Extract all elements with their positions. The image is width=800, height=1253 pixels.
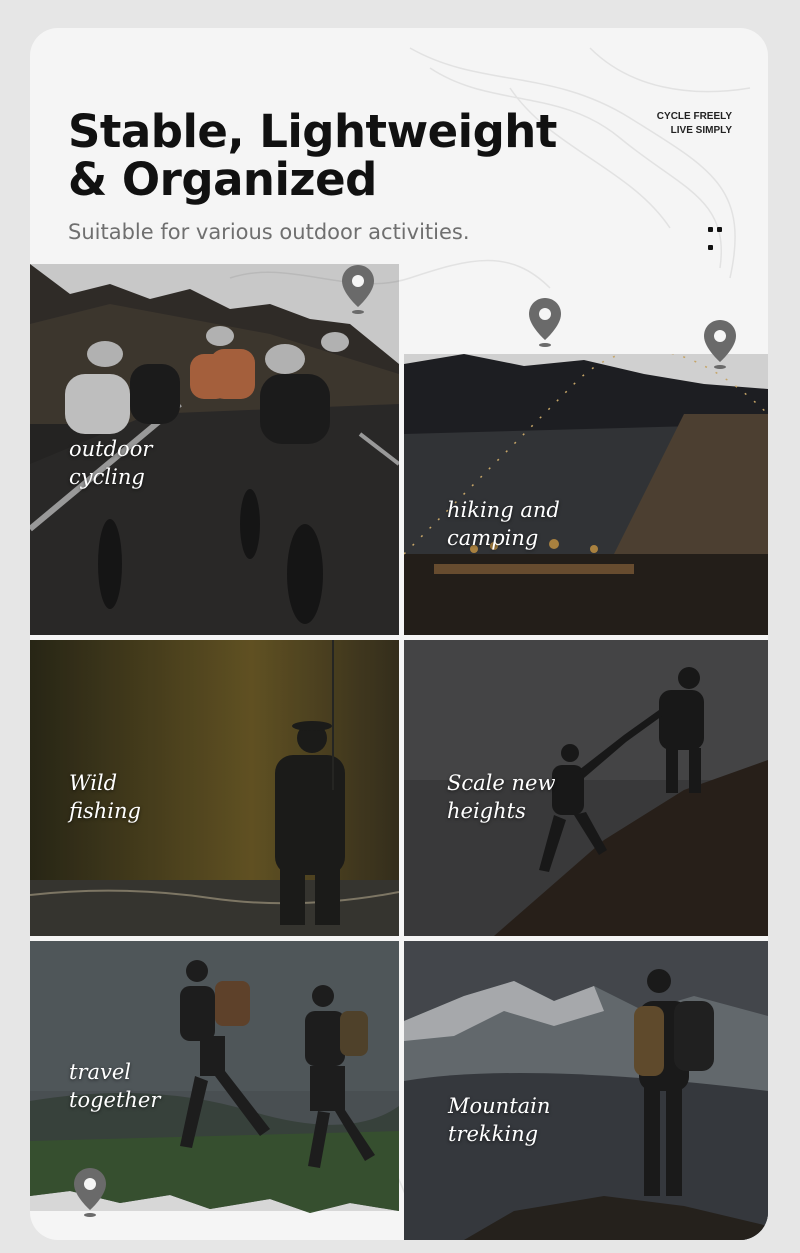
caption-scale-new-heights: Scale new heights <box>447 771 556 823</box>
caption-hiking-camping: hiking and camping <box>447 498 560 550</box>
content-card: Stable, Lightweight & Organized Suitable… <box>30 28 768 1240</box>
page-subtitle: Suitable for various outdoor activities. <box>68 220 470 244</box>
tile-scale-new-heights: Scale new heights <box>404 640 768 936</box>
tile-hiking-camping: hiking and camping <box>404 354 768 635</box>
location-pin-icon <box>342 265 374 314</box>
page-title: Stable, Lightweight & Organized <box>68 105 557 206</box>
caption-mountain-trekking: Mountain trekking <box>448 1094 551 1146</box>
location-pin-icon <box>529 298 561 347</box>
more-dots-icon <box>708 227 734 250</box>
trekking-photo <box>404 941 768 1240</box>
location-pin-icon <box>74 1168 106 1217</box>
caption-outdoor-cycling: outdoor cycling <box>69 437 153 489</box>
location-pin-icon <box>704 320 736 369</box>
slogan-line-1: CYCLE FREELY <box>656 111 732 122</box>
slogan: CYCLE FREELY LIVE SIMPLY <box>657 110 732 138</box>
tile-outdoor-cycling: outdoor cycling <box>30 264 399 635</box>
tile-mountain-trekking: Mountain trekking <box>404 941 768 1240</box>
caption-travel-together: travel together <box>69 1060 161 1112</box>
caption-wild-fishing: Wild fishing <box>69 771 141 823</box>
camping-photo <box>404 354 768 635</box>
slogan-line-2: LIVE SIMPLY <box>670 125 732 136</box>
tile-wild-fishing: Wild fishing <box>30 640 399 936</box>
